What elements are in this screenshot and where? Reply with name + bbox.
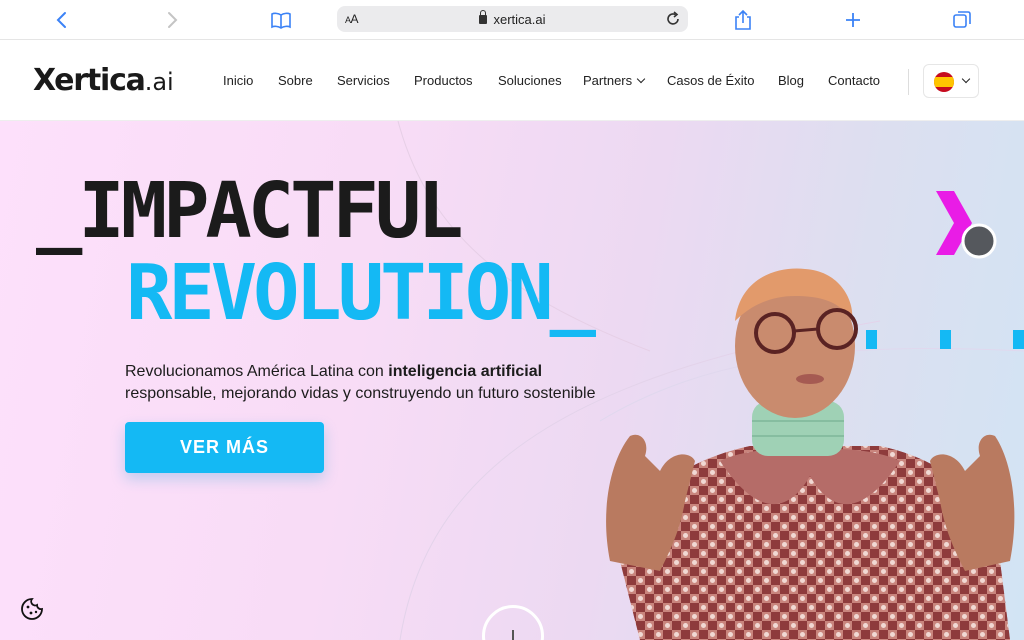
xertica-chevron-icon <box>936 191 997 259</box>
share-icon[interactable] <box>731 8 755 32</box>
reader-book-icon[interactable] <box>269 8 293 32</box>
nav-sobre[interactable]: Sobre <box>278 73 313 88</box>
reload-icon[interactable] <box>664 10 682 28</box>
back-icon[interactable] <box>50 8 74 32</box>
hero-description: Revolucionamos América Latina con inteli… <box>125 363 596 402</box>
nav-contacto[interactable]: Contacto <box>828 73 880 88</box>
chevron-down-icon <box>636 74 646 84</box>
nav-partners[interactable]: Partners <box>583 73 646 88</box>
site-header: Xertica.ai Inicio Sobre Servicios Produc… <box>0 41 1024 121</box>
nav-soluciones[interactable]: Soluciones <box>498 73 562 88</box>
headline-impactful: _IMPACTFUL <box>36 167 464 256</box>
browser-toolbar: AA xertica.ai <box>0 0 1024 40</box>
language-selector[interactable] <box>923 64 979 98</box>
hero-section: _IMPACTFUL REVOLUTION_ Revolucionamos Am… <box>0 121 1024 640</box>
url-text: xertica.ai <box>337 9 688 27</box>
xertica-logo[interactable]: Xertica.ai <box>33 63 174 98</box>
accent-dash <box>866 330 877 349</box>
tabs-icon[interactable] <box>950 8 974 32</box>
nav-inicio[interactable]: Inicio <box>223 73 253 88</box>
address-bar[interactable]: AA xertica.ai <box>337 6 688 32</box>
nav-productos[interactable]: Productos <box>414 73 473 88</box>
chevron-down-icon <box>961 74 971 84</box>
accent-dash <box>940 330 951 349</box>
nav-divider <box>908 69 909 95</box>
headline-revolution: REVOLUTION_ <box>126 249 596 338</box>
nav-blog[interactable]: Blog <box>778 73 804 88</box>
accent-dash <box>1013 330 1024 349</box>
spain-flag-icon <box>934 72 954 92</box>
ver-mas-button[interactable]: VER MÁS <box>125 422 324 473</box>
nav-casos-de-exito[interactable]: Casos de Éxito <box>667 73 754 88</box>
cookie-icon[interactable] <box>20 597 44 621</box>
nav-servicios[interactable]: Servicios <box>337 73 390 88</box>
forward-icon[interactable] <box>160 8 184 32</box>
hero-person-image <box>606 268 1015 640</box>
lock-icon <box>479 9 488 24</box>
new-tab-icon[interactable] <box>841 8 865 32</box>
